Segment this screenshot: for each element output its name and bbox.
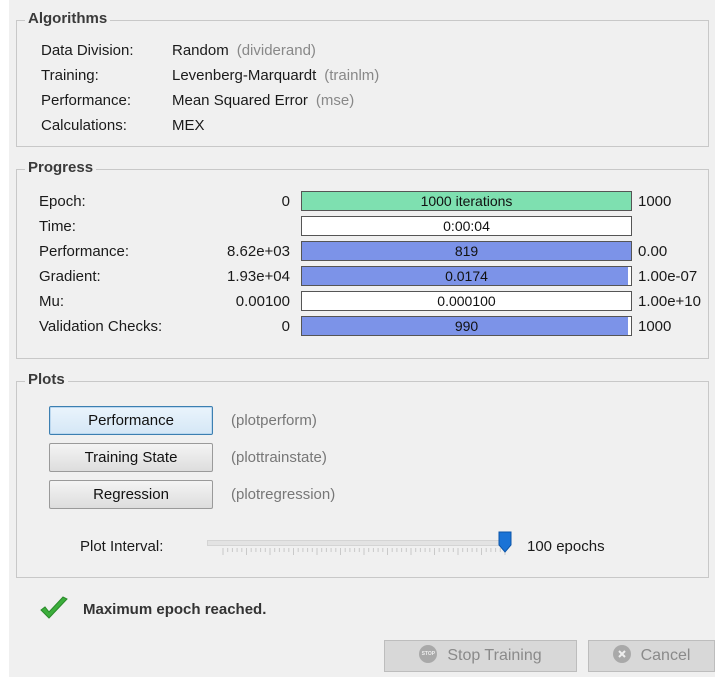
- algorithm-key: Calculations:: [41, 117, 127, 134]
- progress-start-value: 8.62e+03: [227, 243, 290, 260]
- progress-end-value: 1.00e-07: [638, 268, 698, 285]
- cancel-button[interactable]: Cancel: [588, 640, 715, 672]
- plot-function-name: (plotregression): [231, 486, 336, 503]
- cancel-icon: [612, 645, 631, 664]
- progress-label: Time:: [39, 218, 76, 235]
- slider-thumb-icon: [498, 531, 512, 553]
- algorithms-group: Algorithms Data Division: Random (divider…: [16, 10, 709, 147]
- plots-group: Plots Performance (plotperform) Training…: [16, 371, 709, 578]
- stop-training-label: Stop Training: [447, 647, 542, 664]
- progress-bar-text: 990: [454, 318, 479, 334]
- progress-label: Gradient:: [39, 268, 101, 285]
- progress-bar: 1000 iterations: [301, 191, 632, 211]
- plot-function-name: (plottrainstate): [231, 449, 327, 466]
- progress-row-time: Time: 0:00:04: [17, 215, 710, 239]
- algorithm-value: Levenberg-Marquardt: [172, 67, 317, 84]
- plots-title: Plots: [25, 371, 68, 388]
- progress-end-value: 1000: [638, 193, 672, 210]
- algorithm-value: Random: [172, 42, 229, 59]
- stop-training-button[interactable]: STOP Stop Training: [384, 640, 577, 672]
- progress-bar: 0.000100: [301, 291, 632, 311]
- slider-track: [207, 540, 507, 546]
- progress-bar-text: 0.000100: [437, 293, 496, 309]
- performance-plot-button[interactable]: Performance: [49, 406, 213, 435]
- algorithm-key: Performance:: [41, 92, 132, 109]
- algorithm-key: Data Division:: [41, 42, 134, 59]
- cancel-label: Cancel: [640, 647, 691, 664]
- algorithm-value: MEX: [172, 117, 205, 134]
- progress-start-value: 1.93e+04: [227, 268, 290, 285]
- progress-start-value: 0: [281, 318, 290, 335]
- algorithm-key: Training:: [41, 67, 99, 84]
- status-message: Maximum epoch reached.: [83, 601, 267, 618]
- training-state-plot-button[interactable]: Training State: [49, 443, 213, 472]
- slider-ticks: [222, 548, 506, 555]
- progress-bar: 990: [301, 316, 632, 336]
- progress-label: Epoch:: [39, 193, 86, 210]
- progress-label: Mu:: [39, 293, 65, 310]
- plot-interval-slider[interactable]: [207, 531, 512, 562]
- progress-end-value: 1000: [638, 318, 672, 335]
- plot-function-name: (plotperform): [231, 412, 317, 429]
- progress-bar-text: 0.0174: [445, 268, 488, 284]
- plot-interval-label: Plot Interval:: [80, 538, 164, 555]
- progress-bar-text: 0:00:04: [443, 218, 490, 234]
- progress-bar-text: 1000 iterations: [420, 193, 513, 209]
- algorithm-code: (trainlm): [324, 67, 380, 84]
- progress-row-performance: Performance: 8.62e+03 819 0.00: [17, 240, 710, 264]
- plot-interval-value: 100 epochs: [527, 538, 605, 555]
- progress-row-validation-checks: Validation Checks: 0 990 1000: [17, 315, 710, 339]
- progress-end-value: 1.00e+10: [638, 293, 701, 310]
- algorithm-code: (mse): [315, 92, 355, 109]
- progress-start-value: 0: [281, 193, 290, 210]
- progress-group: Progress Epoch: 0 1000 iterations 1000 T…: [16, 159, 710, 359]
- checkmark-icon: [40, 596, 68, 619]
- progress-bar: 0.0174: [301, 266, 632, 286]
- algorithm-code: (dividerand): [236, 42, 316, 59]
- progress-bar: 819: [301, 241, 632, 261]
- progress-row-epoch: Epoch: 0 1000 iterations 1000: [17, 190, 710, 214]
- progress-bar-text: 819: [454, 243, 479, 259]
- progress-start-value: 0.00100: [235, 293, 290, 310]
- progress-label: Performance:: [39, 243, 130, 260]
- progress-bar: 0:00:04: [301, 216, 632, 236]
- stop-icon: STOP: [419, 645, 438, 664]
- progress-row-gradient: Gradient: 1.93e+04 0.0174 1.00e-07: [17, 265, 710, 289]
- algorithm-value: Mean Squared Error: [172, 92, 308, 109]
- progress-label: Validation Checks:: [39, 318, 163, 335]
- progress-row-mu: Mu: 0.00100 0.000100 1.00e+10: [17, 290, 710, 314]
- algorithms-title: Algorithms: [25, 10, 111, 27]
- slider-thumb[interactable]: [498, 531, 512, 553]
- progress-title: Progress: [25, 159, 97, 176]
- progress-end-value: 0.00: [638, 243, 668, 260]
- regression-plot-button[interactable]: Regression: [49, 480, 213, 509]
